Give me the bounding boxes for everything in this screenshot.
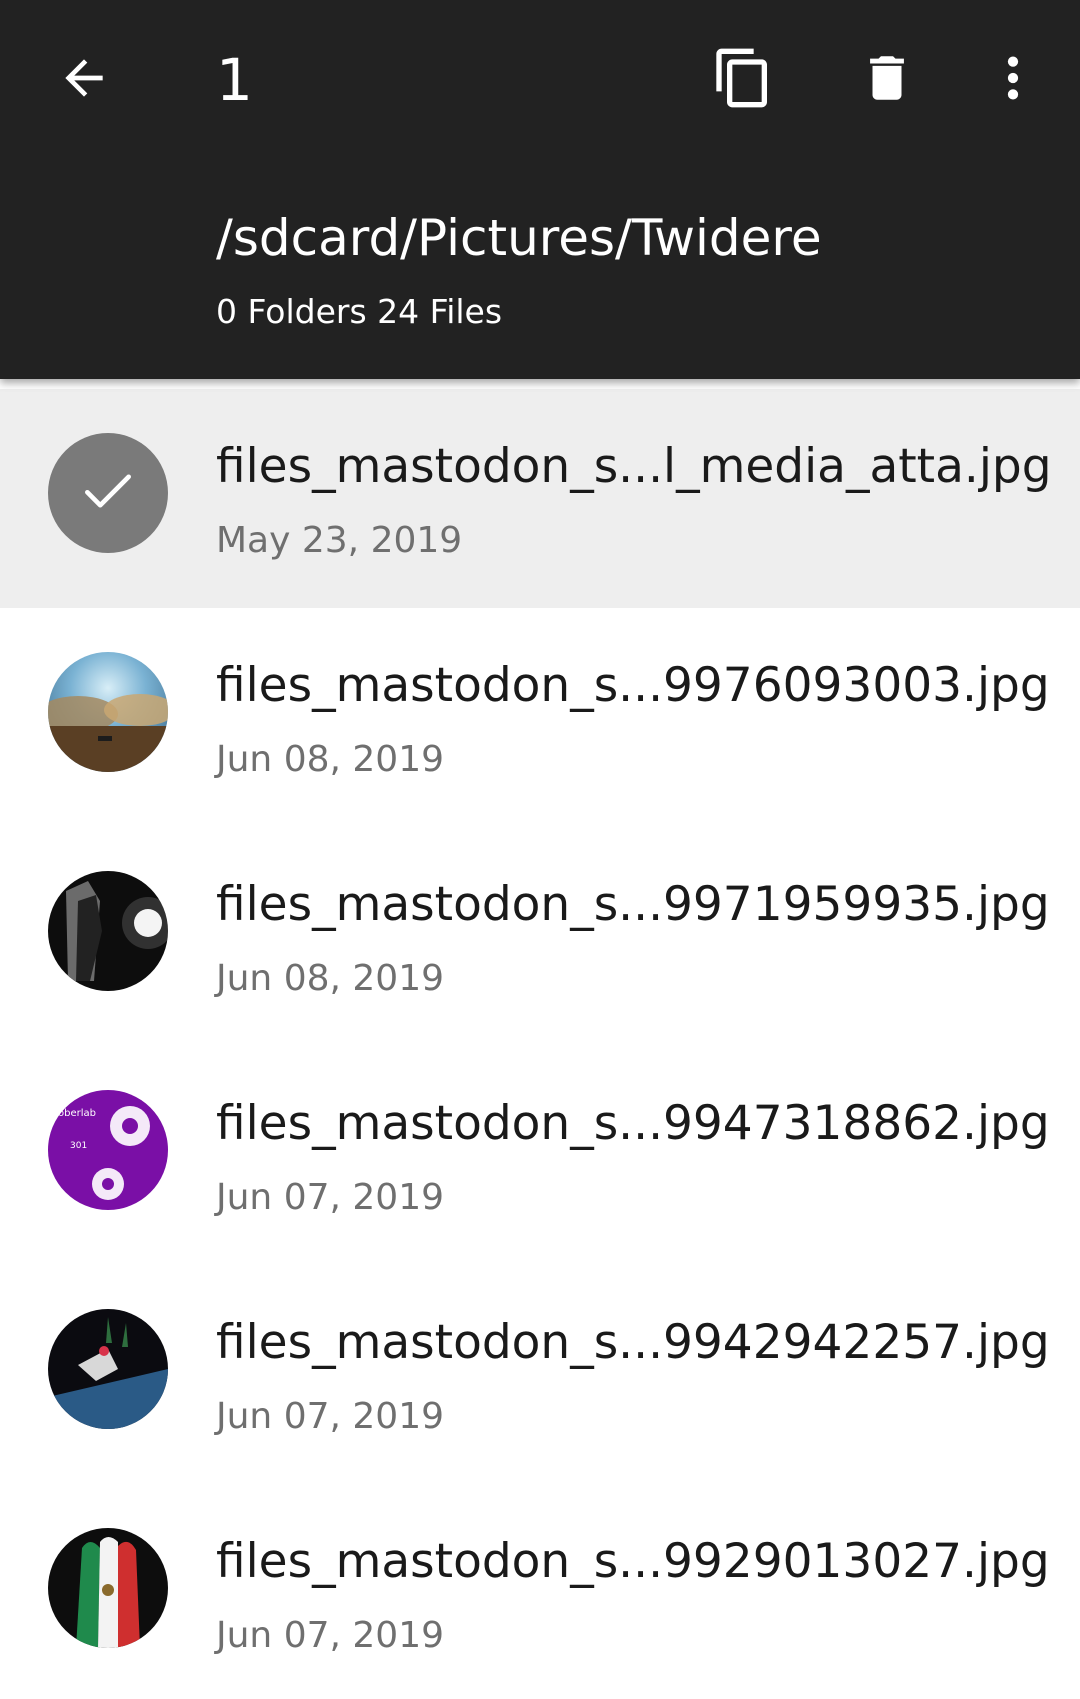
more-options-button[interactable] xyxy=(965,32,1061,128)
file-name: files_mastodon_s...l_media_atta.jpg xyxy=(216,439,1052,494)
folder-summary: 0 Folders 24 Files xyxy=(216,292,503,331)
svg-text:301: 301 xyxy=(70,1141,87,1151)
file-date: May 23, 2019 xyxy=(216,520,463,561)
app-bar: 1 /sdcard/Pictures/Twidere 0 Folders 24 … xyxy=(0,0,1080,379)
file-row-selected[interactable]: files_mastodon_s...l_media_atta.jpg May … xyxy=(0,389,1080,608)
file-date: Jun 08, 2019 xyxy=(216,739,445,780)
delete-button[interactable] xyxy=(839,32,935,128)
more-vertical-icon xyxy=(985,50,1041,110)
file-row[interactable]: files_mastodon_s...9942942257.jpg Jun 07… xyxy=(0,1265,1080,1484)
file-name: files_mastodon_s...9971959935.jpg xyxy=(216,877,1050,932)
copy-icon xyxy=(711,46,775,114)
back-button[interactable] xyxy=(36,32,132,128)
file-row[interactable]: files_mastodon_s...9929013027.jpg Jun 07… xyxy=(0,1484,1080,1699)
file-date: Jun 08, 2019 xyxy=(216,958,445,999)
svg-text:oberlab: oberlab xyxy=(58,1108,96,1119)
file-date: Jun 07, 2019 xyxy=(216,1615,445,1656)
file-thumbnail xyxy=(48,652,168,772)
file-date: Jun 07, 2019 xyxy=(216,1396,445,1437)
folder-path: /sdcard/Pictures/Twidere xyxy=(216,209,822,267)
file-row[interactable]: oberlab 301 files_mastodon_s...994731886… xyxy=(0,1046,1080,1265)
file-row[interactable]: files_mastodon_s...9976093003.jpg Jun 08… xyxy=(0,608,1080,827)
file-row[interactable]: files_mastodon_s...9971959935.jpg Jun 08… xyxy=(0,827,1080,1046)
arrow-back-icon xyxy=(56,50,112,110)
file-name: files_mastodon_s...9942942257.jpg xyxy=(216,1315,1050,1370)
file-date: Jun 07, 2019 xyxy=(216,1177,445,1218)
file-name: files_mastodon_s...9976093003.jpg xyxy=(216,658,1050,713)
file-thumbnail xyxy=(48,1309,168,1429)
delete-icon xyxy=(858,49,916,111)
file-list: files_mastodon_s...l_media_atta.jpg May … xyxy=(0,389,1080,1699)
file-name: files_mastodon_s...9947318862.jpg xyxy=(216,1096,1050,1151)
check-icon xyxy=(77,460,139,526)
file-thumbnail: oberlab 301 xyxy=(48,1090,168,1210)
selection-count: 1 xyxy=(216,46,253,114)
file-thumbnail xyxy=(48,1528,168,1648)
selected-check-avatar xyxy=(48,433,168,553)
file-thumbnail xyxy=(48,871,168,991)
copy-button[interactable] xyxy=(695,32,791,128)
file-name: files_mastodon_s...9929013027.jpg xyxy=(216,1534,1050,1589)
file-manager-screen: 1 /sdcard/Pictures/Twidere 0 Folders 24 … xyxy=(0,0,1080,1699)
